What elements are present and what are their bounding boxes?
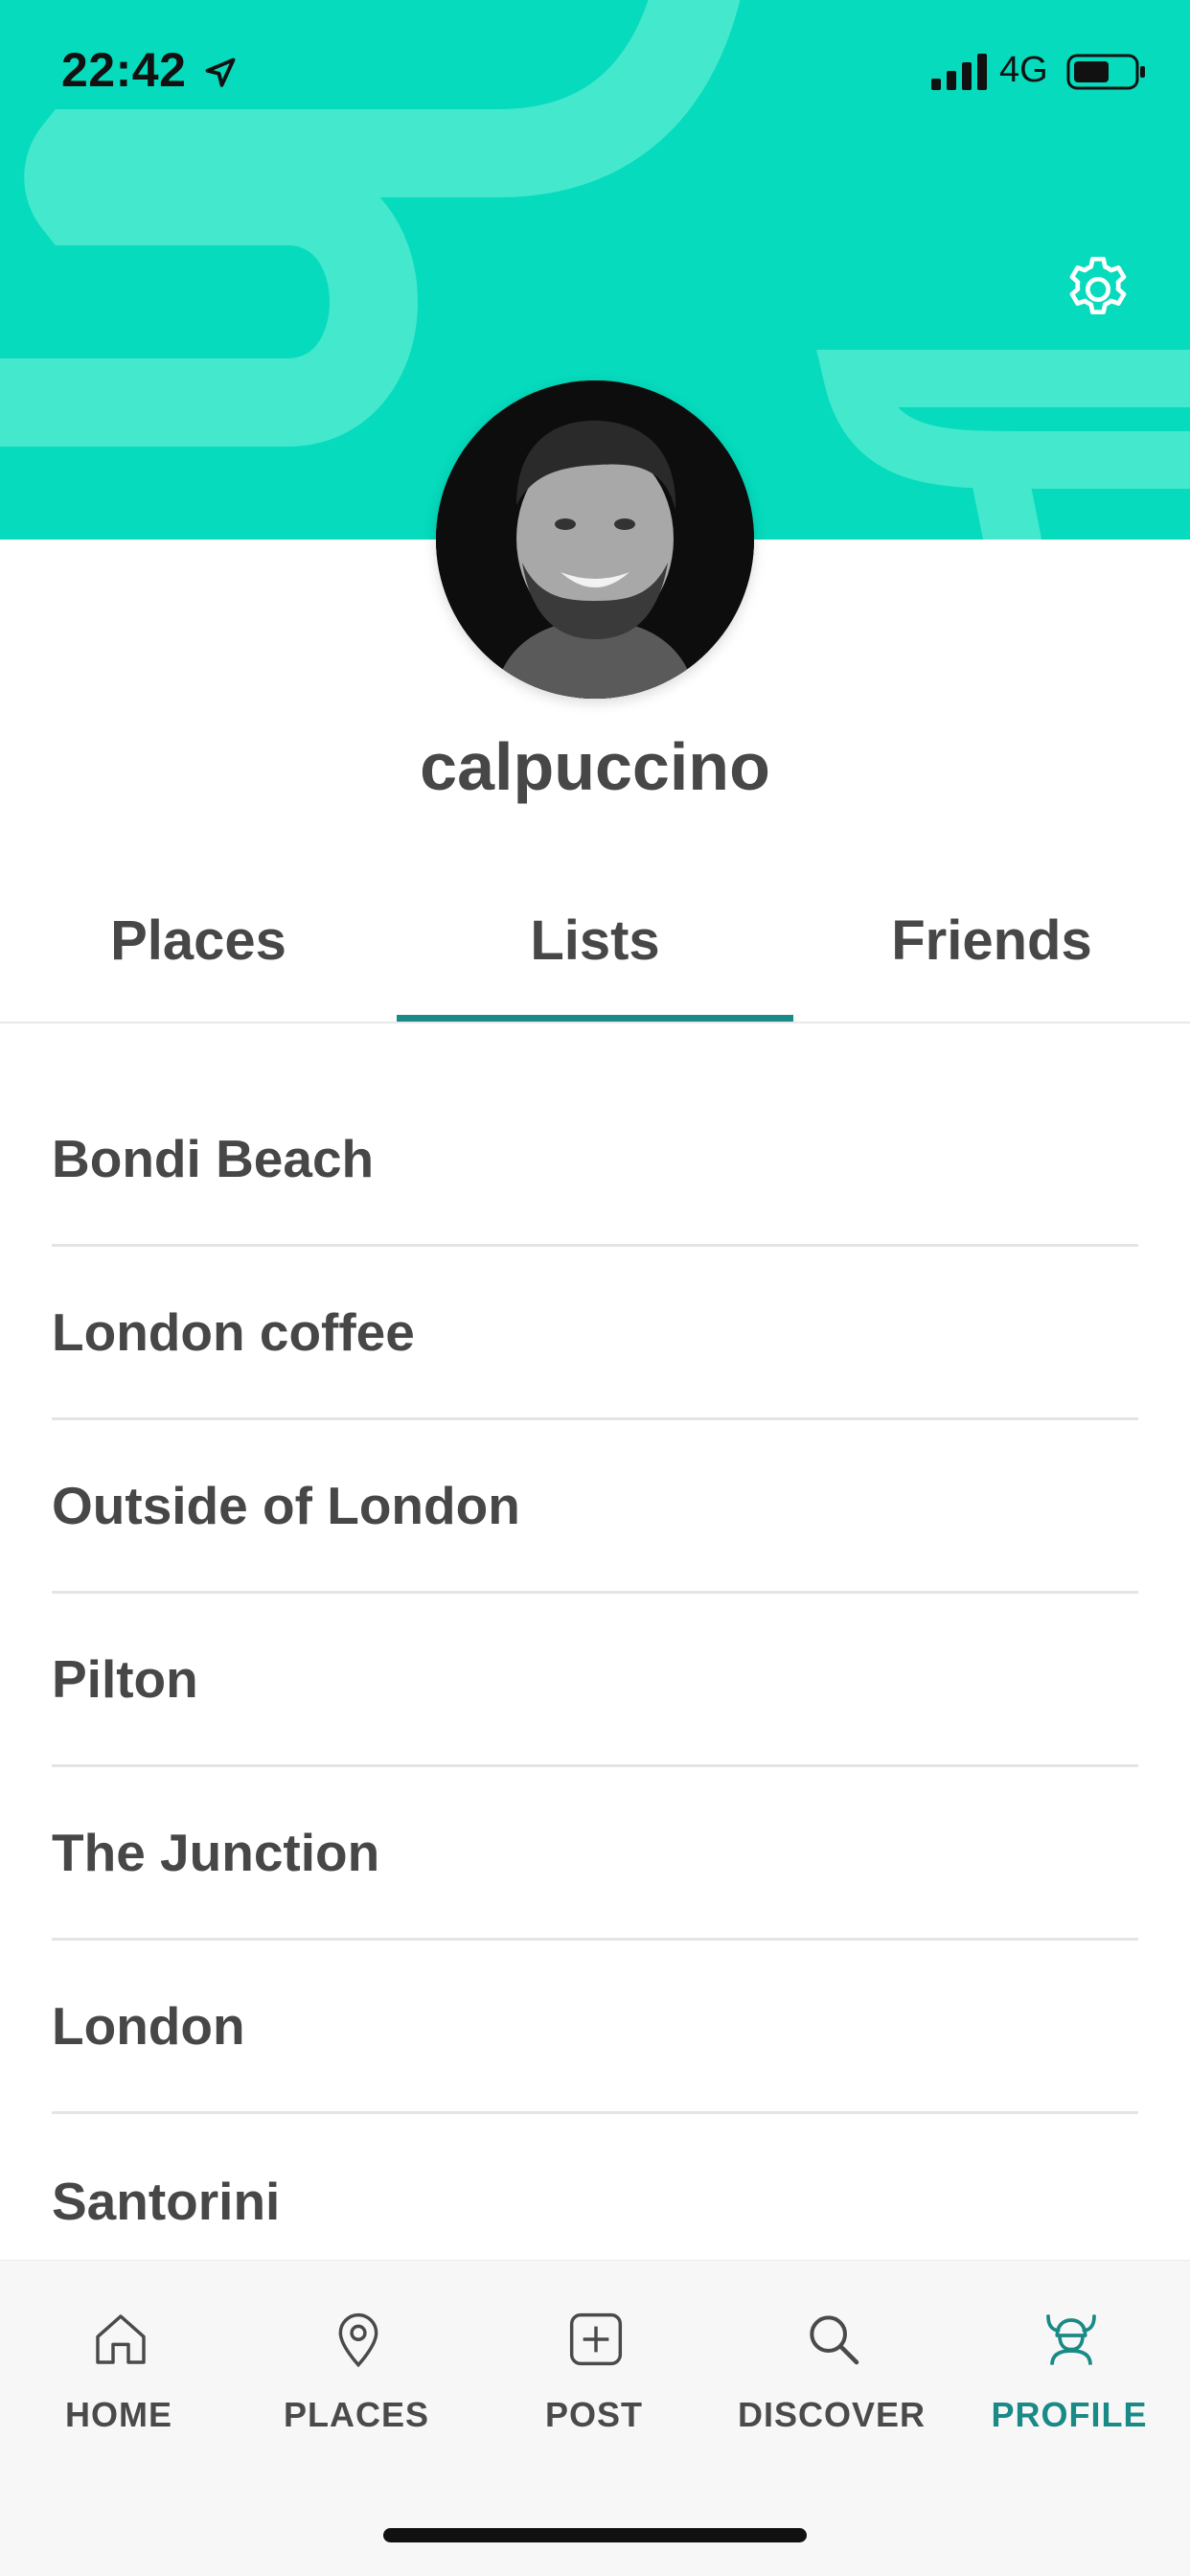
plus-square-icon [569,2312,623,2366]
signal-bars-icon [931,54,987,90]
nav-discover[interactable]: DISCOVER [713,2261,950,2452]
status-bar: 22:42 4G [0,0,1190,144]
lists-list: Bondi Beach London coffee Outside of Lon… [52,1073,1138,2288]
gear-icon[interactable] [1060,251,1136,328]
list-item[interactable]: The Junction [52,1767,1138,1941]
list-item[interactable]: Outside of London [52,1420,1138,1594]
nav-places-label: PLACES [283,2395,430,2434]
search-icon [810,2315,859,2365]
avatar[interactable] [436,380,754,699]
list-item[interactable]: London coffee [52,1247,1138,1420]
avatar-photo [436,380,754,699]
nav-profile[interactable]: PROFILE [950,2261,1188,2452]
location-arrow-icon [205,58,236,87]
nav-home-label: HOME [65,2395,172,2434]
nav-home[interactable]: HOME [0,2261,238,2452]
status-time: 22:42 [61,43,187,97]
nav-discover-label: DISCOVER [737,2395,927,2434]
nav-post[interactable]: POST [475,2261,713,2452]
home-icon [96,2314,146,2364]
list-item[interactable]: London [52,1941,1138,2114]
battery-icon [1066,54,1145,90]
home-indicator [383,2528,807,2542]
active-tab-indicator [397,1015,793,1022]
list-item[interactable]: Pilton [52,1594,1138,1767]
nav-places[interactable]: PLACES [238,2261,475,2452]
map-pin-icon [338,2313,378,2368]
username: calpuccino [420,729,770,804]
tab-friends[interactable]: Friends [793,872,1190,1024]
list-item[interactable]: Bondi Beach [52,1073,1138,1247]
tab-places[interactable]: Places [0,872,397,1024]
nav-post-label: POST [544,2395,643,2434]
network-type: 4G [999,50,1048,90]
nav-profile-label: PROFILE [991,2395,1148,2434]
profile-tabs: Places Lists Friends [0,872,1190,1024]
viking-icon [1046,2314,1096,2365]
tab-lists[interactable]: Lists [397,872,793,1024]
